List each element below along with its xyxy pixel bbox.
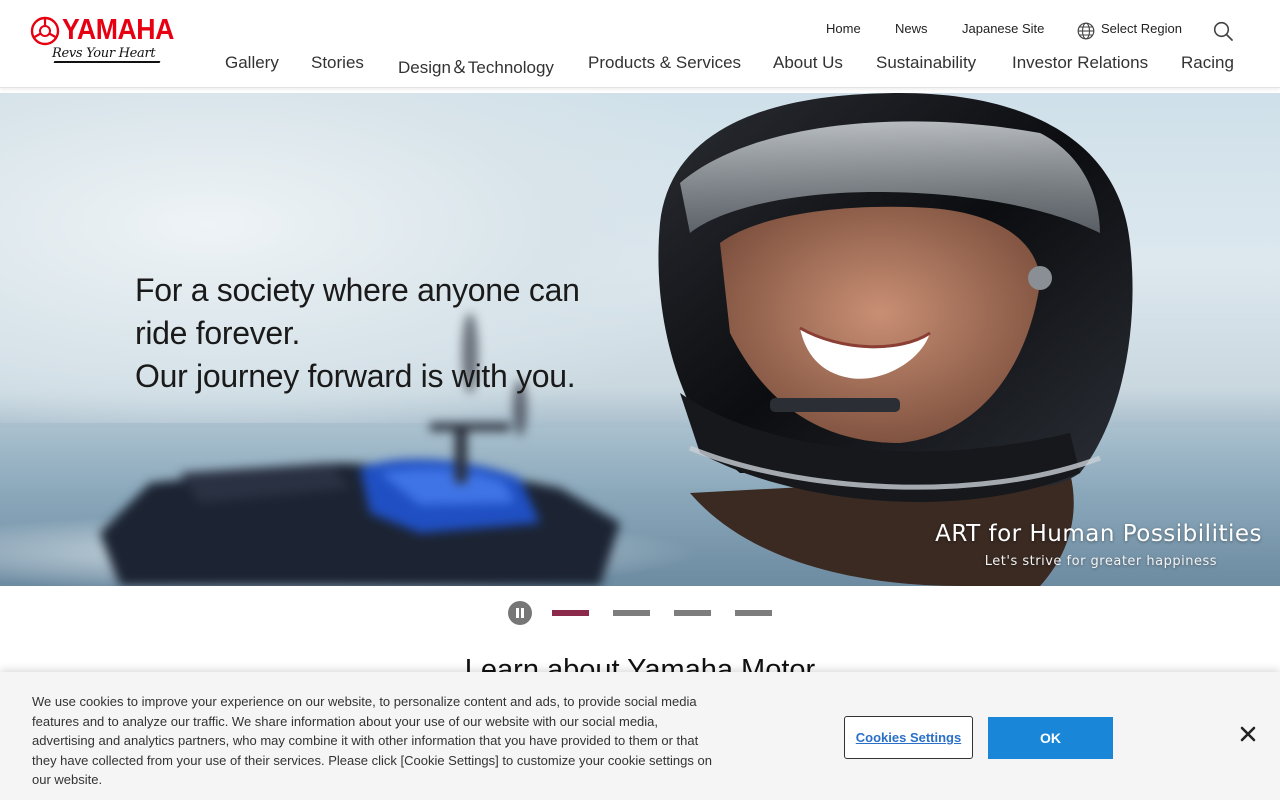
carousel-controls: [0, 600, 1280, 626]
nav-item-racing[interactable]: Racing: [1181, 53, 1234, 73]
close-icon[interactable]: [1238, 724, 1258, 744]
nav-item-design-technology[interactable]: Design＆Technology: [398, 53, 554, 78]
main-nav: Gallery Stories Design＆Technology Produc…: [0, 53, 1280, 78]
cookie-settings-button[interactable]: Cookies Settings: [844, 716, 973, 759]
nav-item-products-services[interactable]: Products & Services: [588, 53, 741, 73]
cookie-banner: We use cookies to improve your experienc…: [0, 672, 1280, 800]
util-link-select-region[interactable]: Select Region: [1101, 21, 1182, 36]
site-header: YAMAHA Revs Your Heart Home News Japanes…: [0, 0, 1280, 88]
rider-helmet-image: [658, 93, 1133, 586]
nav-item-gallery[interactable]: Gallery: [225, 53, 279, 73]
nav-item-about-us[interactable]: About Us: [773, 53, 843, 73]
util-link-news[interactable]: News: [895, 21, 928, 36]
carousel-dot-4[interactable]: [735, 610, 772, 616]
globe-icon[interactable]: [1077, 22, 1095, 40]
pause-icon[interactable]: [508, 601, 532, 625]
search-icon[interactable]: [1212, 20, 1234, 42]
hero-tagline-main: ART for Human Possibilities: [935, 521, 1262, 547]
hero-line-2: ride forever.: [135, 315, 301, 351]
util-link-japanese-site[interactable]: Japanese Site: [962, 21, 1044, 36]
hero-tagline-sub: Let's strive for greater happiness: [984, 554, 1217, 569]
nav-item-stories[interactable]: Stories: [311, 53, 364, 73]
cookie-ok-button[interactable]: OK: [988, 717, 1113, 759]
nav-item-sustainability[interactable]: Sustainability: [876, 53, 976, 73]
util-link-home[interactable]: Home: [826, 21, 861, 36]
nav-item-investor-relations[interactable]: Investor Relations: [1012, 53, 1148, 73]
carousel-dot-1[interactable]: [552, 610, 589, 616]
utility-nav: Home News Japanese Site Select Region: [0, 20, 1280, 42]
cookie-text: We use cookies to improve your experienc…: [32, 694, 712, 787]
carousel-dot-2[interactable]: [613, 610, 650, 616]
hero-banner[interactable]: For a society where anyone can ride fore…: [0, 93, 1280, 586]
hero-line-1: For a society where anyone can: [135, 272, 580, 308]
hero-headline: For a society where anyone can ride fore…: [135, 269, 655, 398]
hero-line-3: Our journey forward is with you.: [135, 358, 576, 394]
carousel-dot-3[interactable]: [674, 610, 711, 616]
